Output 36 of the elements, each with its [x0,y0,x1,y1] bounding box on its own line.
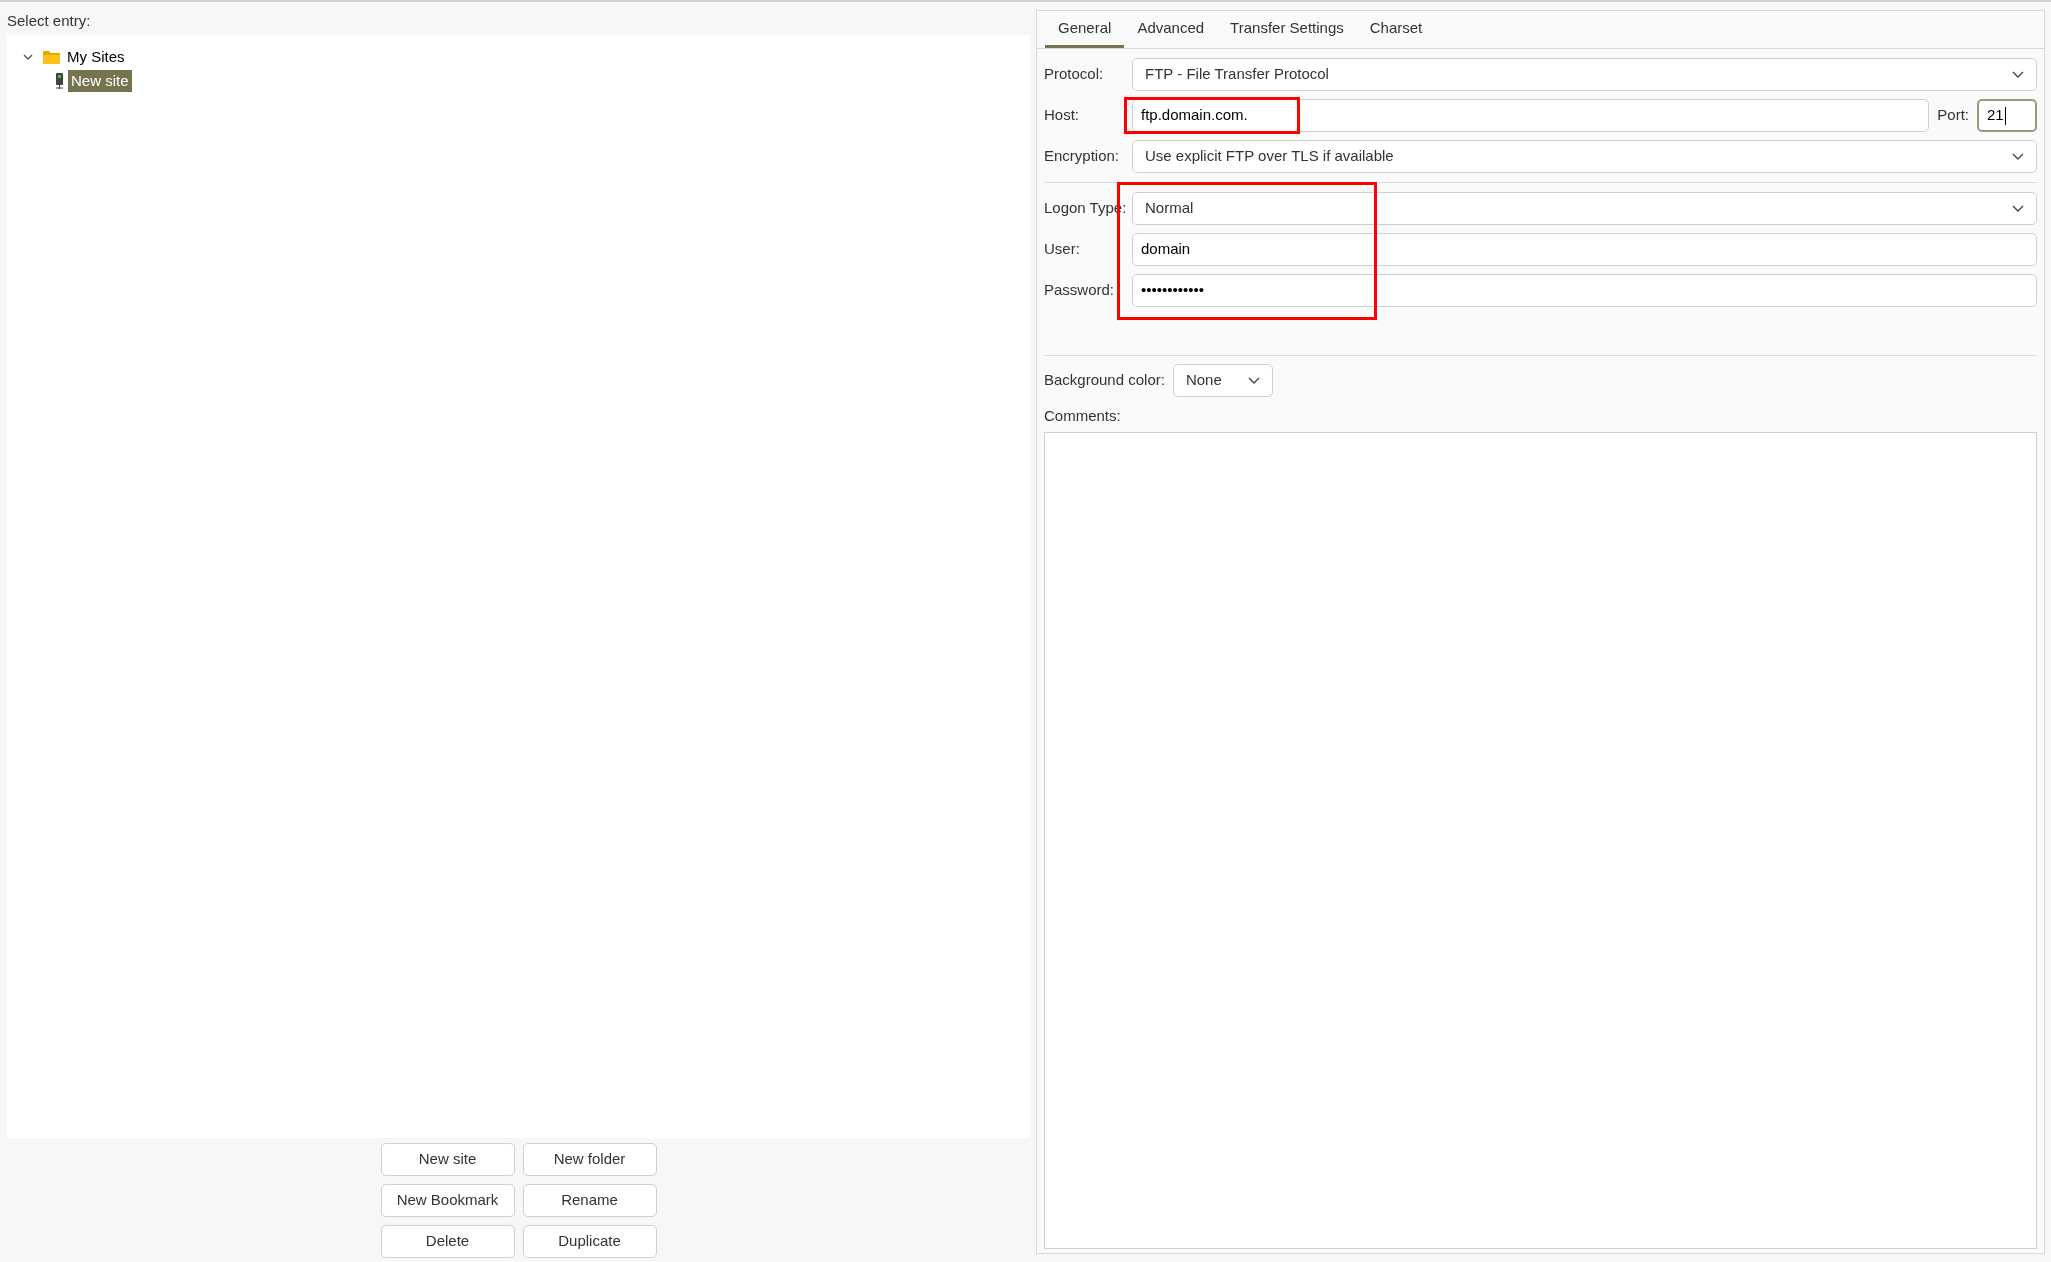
action-button[interactable]: Duplicate [522,1225,657,1258]
input-field[interactable]: ftp.domain.com. [1132,99,1930,132]
tree-label: Select entry: [7,11,92,31]
tree-item[interactable]: New site [68,69,132,93]
action-button[interactable]: Delete [380,1225,515,1258]
dropdown[interactable]: Use explicit FTP over TLS if available [1132,140,2037,173]
chevron-down-icon [1247,376,1260,385]
field-label: Comments: [1043,406,1122,426]
dropdown[interactable]: Normal [1132,192,2037,225]
chevron-down-icon [2012,70,2024,79]
field-label: Encryption: [1044,146,1121,167]
field-label: User: [1044,239,1081,260]
tab[interactable]: Transfer Settings [1217,11,1357,48]
input-field[interactable]: domain [1132,233,2037,266]
field-label: Password: [1044,280,1116,301]
tab[interactable]: General [1045,11,1125,48]
folder-icon [43,50,60,64]
field-label: Host: [1044,105,1080,126]
tab[interactable]: Advanced [1124,11,1218,48]
dropdown[interactable]: None [1172,364,1273,397]
field-label: Protocol: [1044,64,1105,85]
chevron-down-icon [2012,204,2024,213]
chevron-down-icon [2012,152,2024,161]
dropdown[interactable]: FTP - File Transfer Protocol [1132,58,2037,91]
port-field[interactable]: 21 [1977,99,2037,132]
tab[interactable]: Charset [1356,11,1436,48]
tree-item[interactable]: My Sites [64,45,128,69]
field-label: Background color: [1044,370,1165,391]
port-label: Port: [1937,105,1969,126]
password-field[interactable]: •••••••••••• [1132,274,2037,307]
action-button[interactable]: New Bookmark [380,1184,515,1217]
comments-field[interactable] [1044,431,2037,1249]
action-button[interactable]: New folder [522,1143,657,1176]
action-button[interactable]: New site [380,1143,515,1176]
action-button[interactable]: Rename [522,1184,657,1217]
server-icon [55,73,64,89]
